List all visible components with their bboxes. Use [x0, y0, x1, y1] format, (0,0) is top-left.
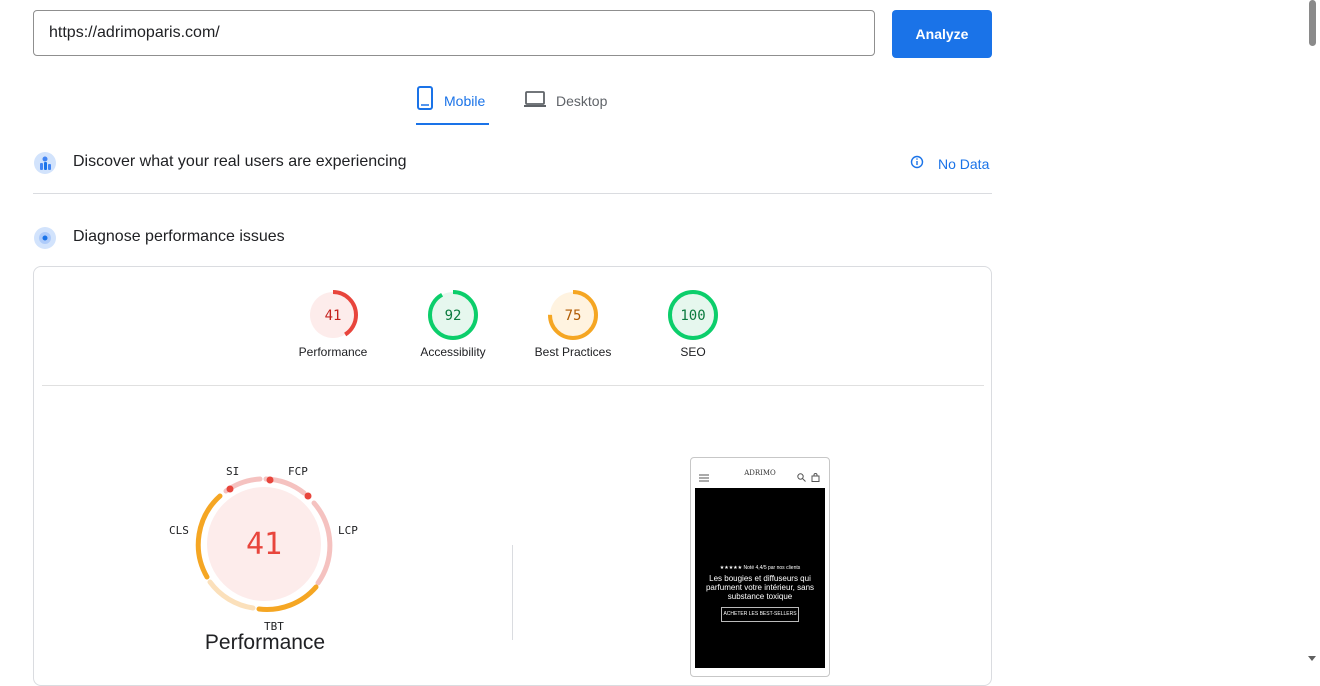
site-logo: ADRIMO	[744, 469, 776, 477]
metric-label-fcp: FCP	[288, 465, 308, 478]
screenshot-cta: ACHETER LES BEST-SELLERS	[721, 607, 799, 622]
gauge-seo-label: SEO	[680, 345, 706, 359]
analyze-button[interactable]: Analyze	[892, 10, 992, 58]
gauge-best-practices-label: Best Practices	[534, 345, 612, 359]
gauge-seo-ring: 100	[668, 290, 718, 340]
diagnose-icon	[33, 226, 57, 255]
info-icon	[910, 155, 924, 172]
gauge-best-practices-value: 75	[565, 308, 582, 324]
metric-label-si: SI	[226, 465, 240, 478]
phone-icon	[416, 86, 434, 113]
scrollbar-thumb[interactable]	[1309, 0, 1316, 46]
vertical-divider	[512, 545, 513, 640]
gauge-accessibility-ring: 92	[428, 290, 478, 340]
gauge-marker-fcp	[266, 476, 274, 484]
users-icon	[33, 151, 57, 180]
metric-label-lcp: LCP	[338, 524, 358, 537]
gauge-marker-lcp	[304, 492, 312, 500]
gauge-performance[interactable]: 41 Performance	[273, 289, 393, 359]
performance-gauge-title: Performance	[204, 631, 326, 654]
performance-gauge-large: 41	[195, 476, 333, 612]
tab-desktop[interactable]: Desktop	[524, 86, 614, 126]
cart-icon	[811, 469, 820, 487]
performance-gauge-score: 41	[246, 527, 282, 562]
gauge-seo[interactable]: 100 SEO	[633, 289, 753, 359]
search-icon	[797, 469, 806, 487]
gauge-best-practices[interactable]: 75 Best Practices	[513, 289, 633, 359]
gauge-marker-si	[226, 485, 234, 493]
url-input[interactable]	[33, 10, 875, 56]
scroll-down-arrow-icon[interactable]	[1308, 656, 1316, 661]
gauge-performance-ring: 41	[308, 290, 358, 340]
gauge-best-practices-ring: 75	[548, 290, 598, 340]
gauge-performance-value: 41	[325, 308, 342, 324]
tab-desktop-label: Desktop	[556, 93, 608, 109]
screenshot-headline: Les bougies et diffuseurs qui parfument …	[705, 574, 815, 601]
screenshot-rating: ★★★★★ Noté 4,4/5 par nos clients	[719, 565, 801, 571]
section-divider	[33, 193, 992, 194]
gauge-seo-value: 100	[680, 308, 705, 324]
tab-mobile[interactable]: Mobile	[416, 86, 489, 125]
menu-icon	[699, 469, 709, 487]
card-divider	[42, 385, 984, 386]
scrollbar[interactable]	[1305, 0, 1320, 667]
gauge-accessibility-label: Accessibility	[420, 345, 486, 359]
no-data-link[interactable]: No Data	[910, 155, 989, 172]
gauge-performance-label: Performance	[298, 345, 368, 359]
field-data-title: Discover what your real users are experi…	[73, 153, 407, 170]
metric-label-cls: CLS	[169, 524, 189, 537]
diagnose-title: Diagnose performance issues	[73, 228, 285, 245]
tab-mobile-label: Mobile	[444, 93, 486, 109]
desktop-icon	[524, 86, 546, 113]
gauge-accessibility[interactable]: 92 Accessibility	[393, 289, 513, 359]
no-data-label: No Data	[938, 155, 990, 172]
gauge-accessibility-value: 92	[445, 308, 462, 324]
